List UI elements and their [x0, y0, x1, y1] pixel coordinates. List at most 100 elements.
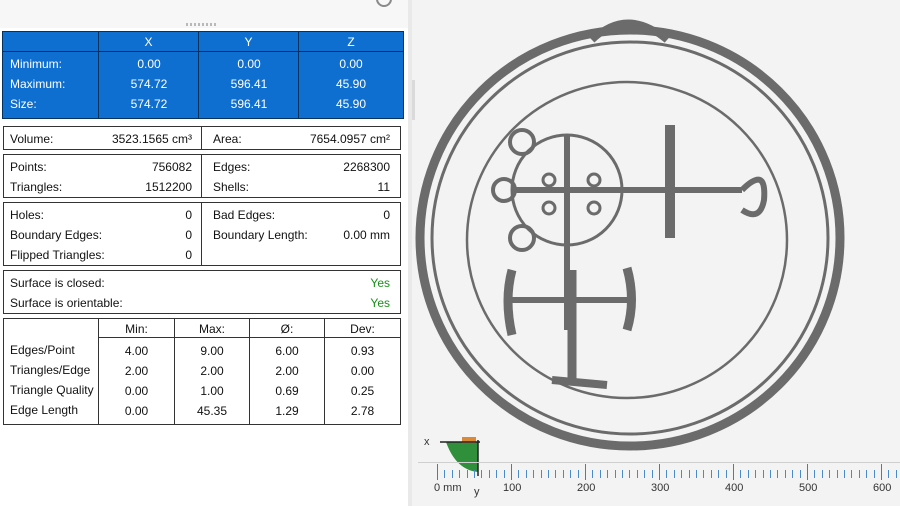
stats-header-blank	[4, 319, 99, 337]
ruler-tick	[755, 470, 757, 478]
ruler-tick	[629, 470, 631, 478]
axis-y-label: y	[474, 486, 480, 498]
sigil-dot	[541, 200, 557, 216]
ruler-tick	[807, 464, 808, 480]
ruler-label: 500	[799, 482, 818, 494]
ruler-tick	[636, 470, 638, 478]
inner-circle	[465, 80, 789, 400]
ruler-tick	[540, 470, 542, 478]
stats-cell: 2.78	[350, 404, 375, 418]
stats-cell: 9.00	[200, 344, 224, 358]
stats-cell: 2.00	[124, 364, 149, 378]
stats-row-label: Edge Length	[10, 403, 79, 417]
ruler-tick	[703, 470, 705, 478]
ruler-tick	[481, 470, 483, 478]
ruler-tick	[562, 470, 564, 478]
stats-cell: 2.00	[200, 364, 224, 378]
surface-orientable-value: Yes	[370, 296, 390, 310]
bounds-header-x: X	[99, 32, 199, 52]
bounds-row-label: Size:	[10, 97, 37, 111]
stats-cell: 0.00	[350, 364, 375, 378]
sigil-ring	[508, 128, 536, 156]
bounds-row-label: Maximum:	[10, 77, 66, 91]
counts-box: Points: 756082 Triangles: 1512200 Edges:…	[3, 154, 401, 198]
ruler-tick	[488, 470, 490, 478]
bounds-header-z: Z	[299, 32, 403, 52]
stats-cell: 4.00	[124, 344, 149, 358]
stats-cell: 0.69	[275, 384, 299, 398]
ruler-tick	[792, 470, 794, 478]
resize-grip[interactable]	[186, 23, 218, 26]
ruler-tick	[518, 470, 520, 478]
stats-row-label: Edges/Point	[10, 343, 75, 357]
box-divider	[201, 203, 202, 265]
volume-area-box: Volume: 3523.1565 cm³ Area: 7654.0957 cm…	[3, 126, 401, 150]
box-divider	[201, 127, 202, 149]
ruler-tick	[866, 470, 868, 478]
bounds-cell: 0.00	[137, 57, 161, 71]
statistics-table: Min: Max: Ø: Dev: Edges/Point 4.00 9.00 …	[3, 318, 401, 425]
sigil-dot	[586, 200, 602, 216]
ruler-tick	[777, 470, 779, 478]
ruler-tick	[718, 470, 720, 478]
ruler-label: 0 mm	[434, 482, 462, 494]
stats-row-label: Triangle Quality	[10, 383, 94, 397]
volume-value: 3523.1565 cm³	[111, 132, 192, 146]
bad-edges-value: 0	[383, 208, 390, 222]
bounds-header-y: Y	[199, 32, 299, 52]
outer-ring	[415, 25, 845, 451]
bounds-cell: 0.00	[339, 57, 363, 71]
shells-value: 11	[377, 180, 390, 194]
ruler-tick	[851, 470, 853, 478]
ruler-tick	[548, 470, 549, 478]
ruler-tick	[666, 470, 668, 478]
ruler-tick	[673, 470, 675, 478]
area-value: 7654.0957 cm²	[309, 132, 390, 146]
bad-edges-label: Bad Edges:	[213, 208, 276, 222]
boundary-edges-label: Boundary Edges:	[10, 228, 103, 242]
stats-cell: 0.00	[124, 384, 149, 398]
sigil-dot	[541, 172, 557, 188]
ruler-tick	[622, 470, 623, 478]
area-label: Area:	[213, 132, 242, 146]
ruler-tick	[451, 470, 453, 478]
edges-label: Edges:	[213, 160, 251, 174]
ruler-baseline	[418, 462, 900, 463]
stats-cell: 0.00	[124, 404, 149, 418]
box-divider	[201, 155, 202, 197]
ruler-tick	[496, 470, 498, 478]
ruler-tick	[437, 464, 438, 480]
ruler-tick	[836, 470, 838, 478]
ruler-tick	[599, 470, 601, 478]
outer-ring-inner-edge	[430, 40, 830, 436]
triangles-value: 1512200	[145, 180, 192, 194]
ruler-tick	[533, 470, 535, 478]
ruler-tick	[725, 470, 727, 478]
close-panel-icon[interactable]	[376, 0, 392, 7]
ruler-tick	[555, 470, 557, 478]
bounds-table[interactable]: X Y Z Minimum: 0.00 0.00 0.00 Maximum: 5…	[2, 31, 404, 119]
bounds-header-blank	[3, 32, 99, 52]
ruler-tick	[444, 470, 446, 478]
ruler-tick	[821, 470, 823, 478]
ruler-label: 100	[503, 482, 522, 494]
stats-header-dev: Dev:	[350, 322, 375, 336]
stats-header-line	[98, 337, 400, 338]
ruler-tick	[784, 470, 786, 478]
flipped-triangles-label: Flipped Triangles:	[10, 248, 105, 262]
bounds-cell: 574.72	[130, 97, 168, 111]
surface-box: Surface is closed: Yes Surface is orient…	[3, 270, 401, 314]
bounds-row-label: Minimum:	[10, 57, 63, 71]
stats-cell: 0.93	[350, 344, 375, 358]
ruler-tick	[659, 464, 660, 480]
sigil-model[interactable]	[412, 0, 900, 460]
stats-cell: 6.00	[275, 344, 299, 358]
ruler-tick	[881, 464, 882, 480]
ruler-tick	[829, 470, 831, 478]
flipped-triangles-value: 0	[185, 248, 192, 262]
stats-header-max: Max:	[198, 322, 225, 336]
ruler-label: 400	[725, 482, 744, 494]
ruler-tick	[873, 470, 875, 478]
ruler-tick	[844, 470, 845, 478]
sigil-ring	[508, 224, 536, 252]
